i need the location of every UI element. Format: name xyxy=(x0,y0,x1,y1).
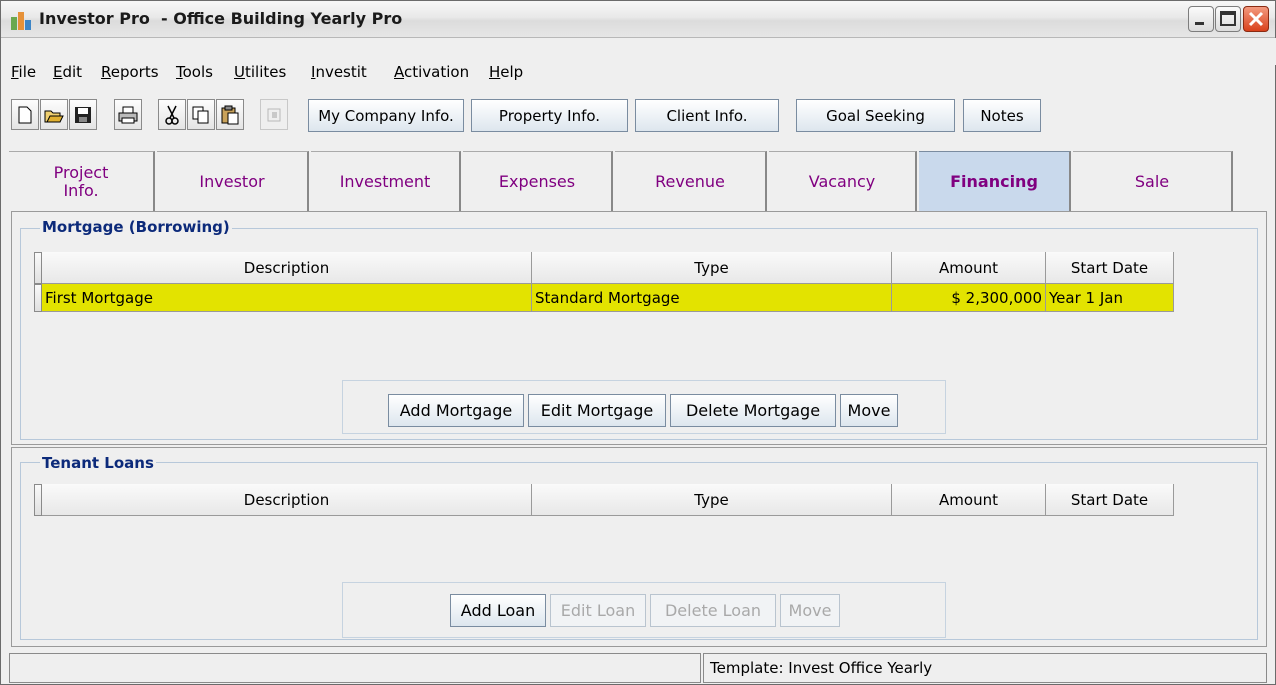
cell-amount[interactable]: $ 2,300,000 xyxy=(892,284,1046,312)
move-loan-button[interactable]: Move xyxy=(780,594,840,627)
exit-icon xyxy=(267,108,281,121)
menu-bar xyxy=(2,38,1276,65)
paste-button[interactable] xyxy=(216,99,244,130)
tab-expenses[interactable]: Expenses xyxy=(463,151,613,211)
maximize-icon xyxy=(1220,11,1236,26)
open-button[interactable] xyxy=(40,99,68,130)
maximize-button[interactable] xyxy=(1215,6,1241,32)
column-header-start-date[interactable]: Start Date xyxy=(1046,484,1174,516)
column-header-type[interactable]: Type xyxy=(532,252,892,284)
add-loan-button[interactable]: Add Loan xyxy=(450,594,546,627)
minimize-button[interactable] xyxy=(1188,6,1214,32)
cell-type[interactable]: Standard Mortgage xyxy=(532,284,892,312)
mortgage-title: Mortgage (Borrowing) xyxy=(40,218,232,236)
tab-investor[interactable]: Investor xyxy=(157,151,309,211)
add-mortgage-button[interactable]: Add Mortgage xyxy=(388,394,524,427)
tab-investment[interactable]: Investment xyxy=(311,151,461,211)
copy-icon xyxy=(192,106,209,123)
menu-activation[interactable]: Activation xyxy=(394,63,469,81)
cell-description[interactable]: First Mortgage xyxy=(42,284,532,312)
column-header-description[interactable]: Description xyxy=(42,252,532,284)
new-file-icon xyxy=(18,106,32,123)
menu-file[interactable]: File xyxy=(11,63,36,81)
property-info-button[interactable]: Property Info. xyxy=(471,99,628,132)
tab-vacancy[interactable]: Vacancy xyxy=(769,151,917,211)
goal-seeking-button[interactable]: Goal Seeking xyxy=(796,99,955,132)
mortgage-panel: Mortgage (Borrowing) Description Type Am… xyxy=(11,211,1267,445)
mortgage-table: Description Type Amount Start Date First… xyxy=(34,252,1184,322)
title-bar[interactable]: Investor Pro - Office Building Yearly Pr… xyxy=(1,1,1275,38)
table-row[interactable]: First Mortgage Standard Mortgage $ 2,300… xyxy=(42,284,1174,312)
row-selector[interactable] xyxy=(34,284,42,312)
menu-tools[interactable]: Tools xyxy=(176,63,213,81)
print-button[interactable] xyxy=(114,99,142,130)
copy-button[interactable] xyxy=(187,99,215,130)
client-info-button[interactable]: Client Info. xyxy=(635,99,779,132)
tab-sale[interactable]: Sale xyxy=(1073,151,1233,211)
move-mortgage-button[interactable]: Move xyxy=(840,394,898,427)
notes-button[interactable]: Notes xyxy=(963,99,1041,132)
app-window: Investor Pro - Office Building Yearly Pr… xyxy=(0,0,1276,685)
cut-icon xyxy=(165,105,179,125)
tab-project-info-label-1: Project xyxy=(53,162,109,182)
my-company-info-button[interactable]: My Company Info. xyxy=(308,99,464,132)
save-icon xyxy=(75,106,91,123)
edit-loan-button[interactable]: Edit Loan xyxy=(550,594,646,627)
paste-icon xyxy=(221,105,239,124)
column-header-amount[interactable]: Amount xyxy=(892,252,1046,284)
app-logo-icon xyxy=(11,12,31,30)
tenant-loans-table: Description Type Amount Start Date xyxy=(34,484,1184,516)
delete-mortgage-button[interactable]: Delete Mortgage xyxy=(670,394,836,427)
status-template: Template: Invest Office Yearly xyxy=(703,653,1267,683)
column-header-description[interactable]: Description xyxy=(42,484,532,516)
column-header-type[interactable]: Type xyxy=(532,484,892,516)
column-header-start-date[interactable]: Start Date xyxy=(1046,252,1174,284)
exit-button[interactable] xyxy=(260,99,288,130)
tab-project-info-label-2: Info. xyxy=(63,180,99,200)
tab-financing[interactable]: Financing xyxy=(919,151,1071,211)
menu-edit[interactable]: Edit xyxy=(53,63,82,81)
window-title: Investor Pro - Office Building Yearly Pr… xyxy=(39,9,403,28)
column-header-amount[interactable]: Amount xyxy=(892,484,1046,516)
menu-help[interactable]: Help xyxy=(489,63,523,81)
header-row-marker xyxy=(34,484,42,516)
save-button[interactable] xyxy=(69,99,97,130)
delete-loan-button[interactable]: Delete Loan xyxy=(650,594,776,627)
tab-revenue[interactable]: Revenue xyxy=(615,151,767,211)
tenant-loans-panel: Tenant Loans Description Type Amount Sta… xyxy=(11,447,1267,647)
menu-utilites[interactable]: Utilites xyxy=(234,63,286,81)
cell-start-date[interactable]: Year 1 Jan xyxy=(1046,284,1174,312)
menu-investit[interactable]: Investit xyxy=(311,63,367,81)
close-button[interactable] xyxy=(1243,6,1269,32)
tab-project-info[interactable]: Project Info. xyxy=(9,151,155,211)
tenant-loans-title: Tenant Loans xyxy=(40,454,156,472)
header-row-marker xyxy=(34,252,42,284)
minimize-icon xyxy=(1195,22,1204,25)
print-icon xyxy=(118,106,138,123)
edit-mortgage-button[interactable]: Edit Mortgage xyxy=(528,394,666,427)
close-icon xyxy=(1248,11,1264,27)
new-file-button[interactable] xyxy=(11,99,39,130)
cut-button[interactable] xyxy=(158,99,186,130)
menu-reports[interactable]: Reports xyxy=(101,63,159,81)
open-folder-icon xyxy=(44,110,64,122)
status-left xyxy=(9,653,701,683)
